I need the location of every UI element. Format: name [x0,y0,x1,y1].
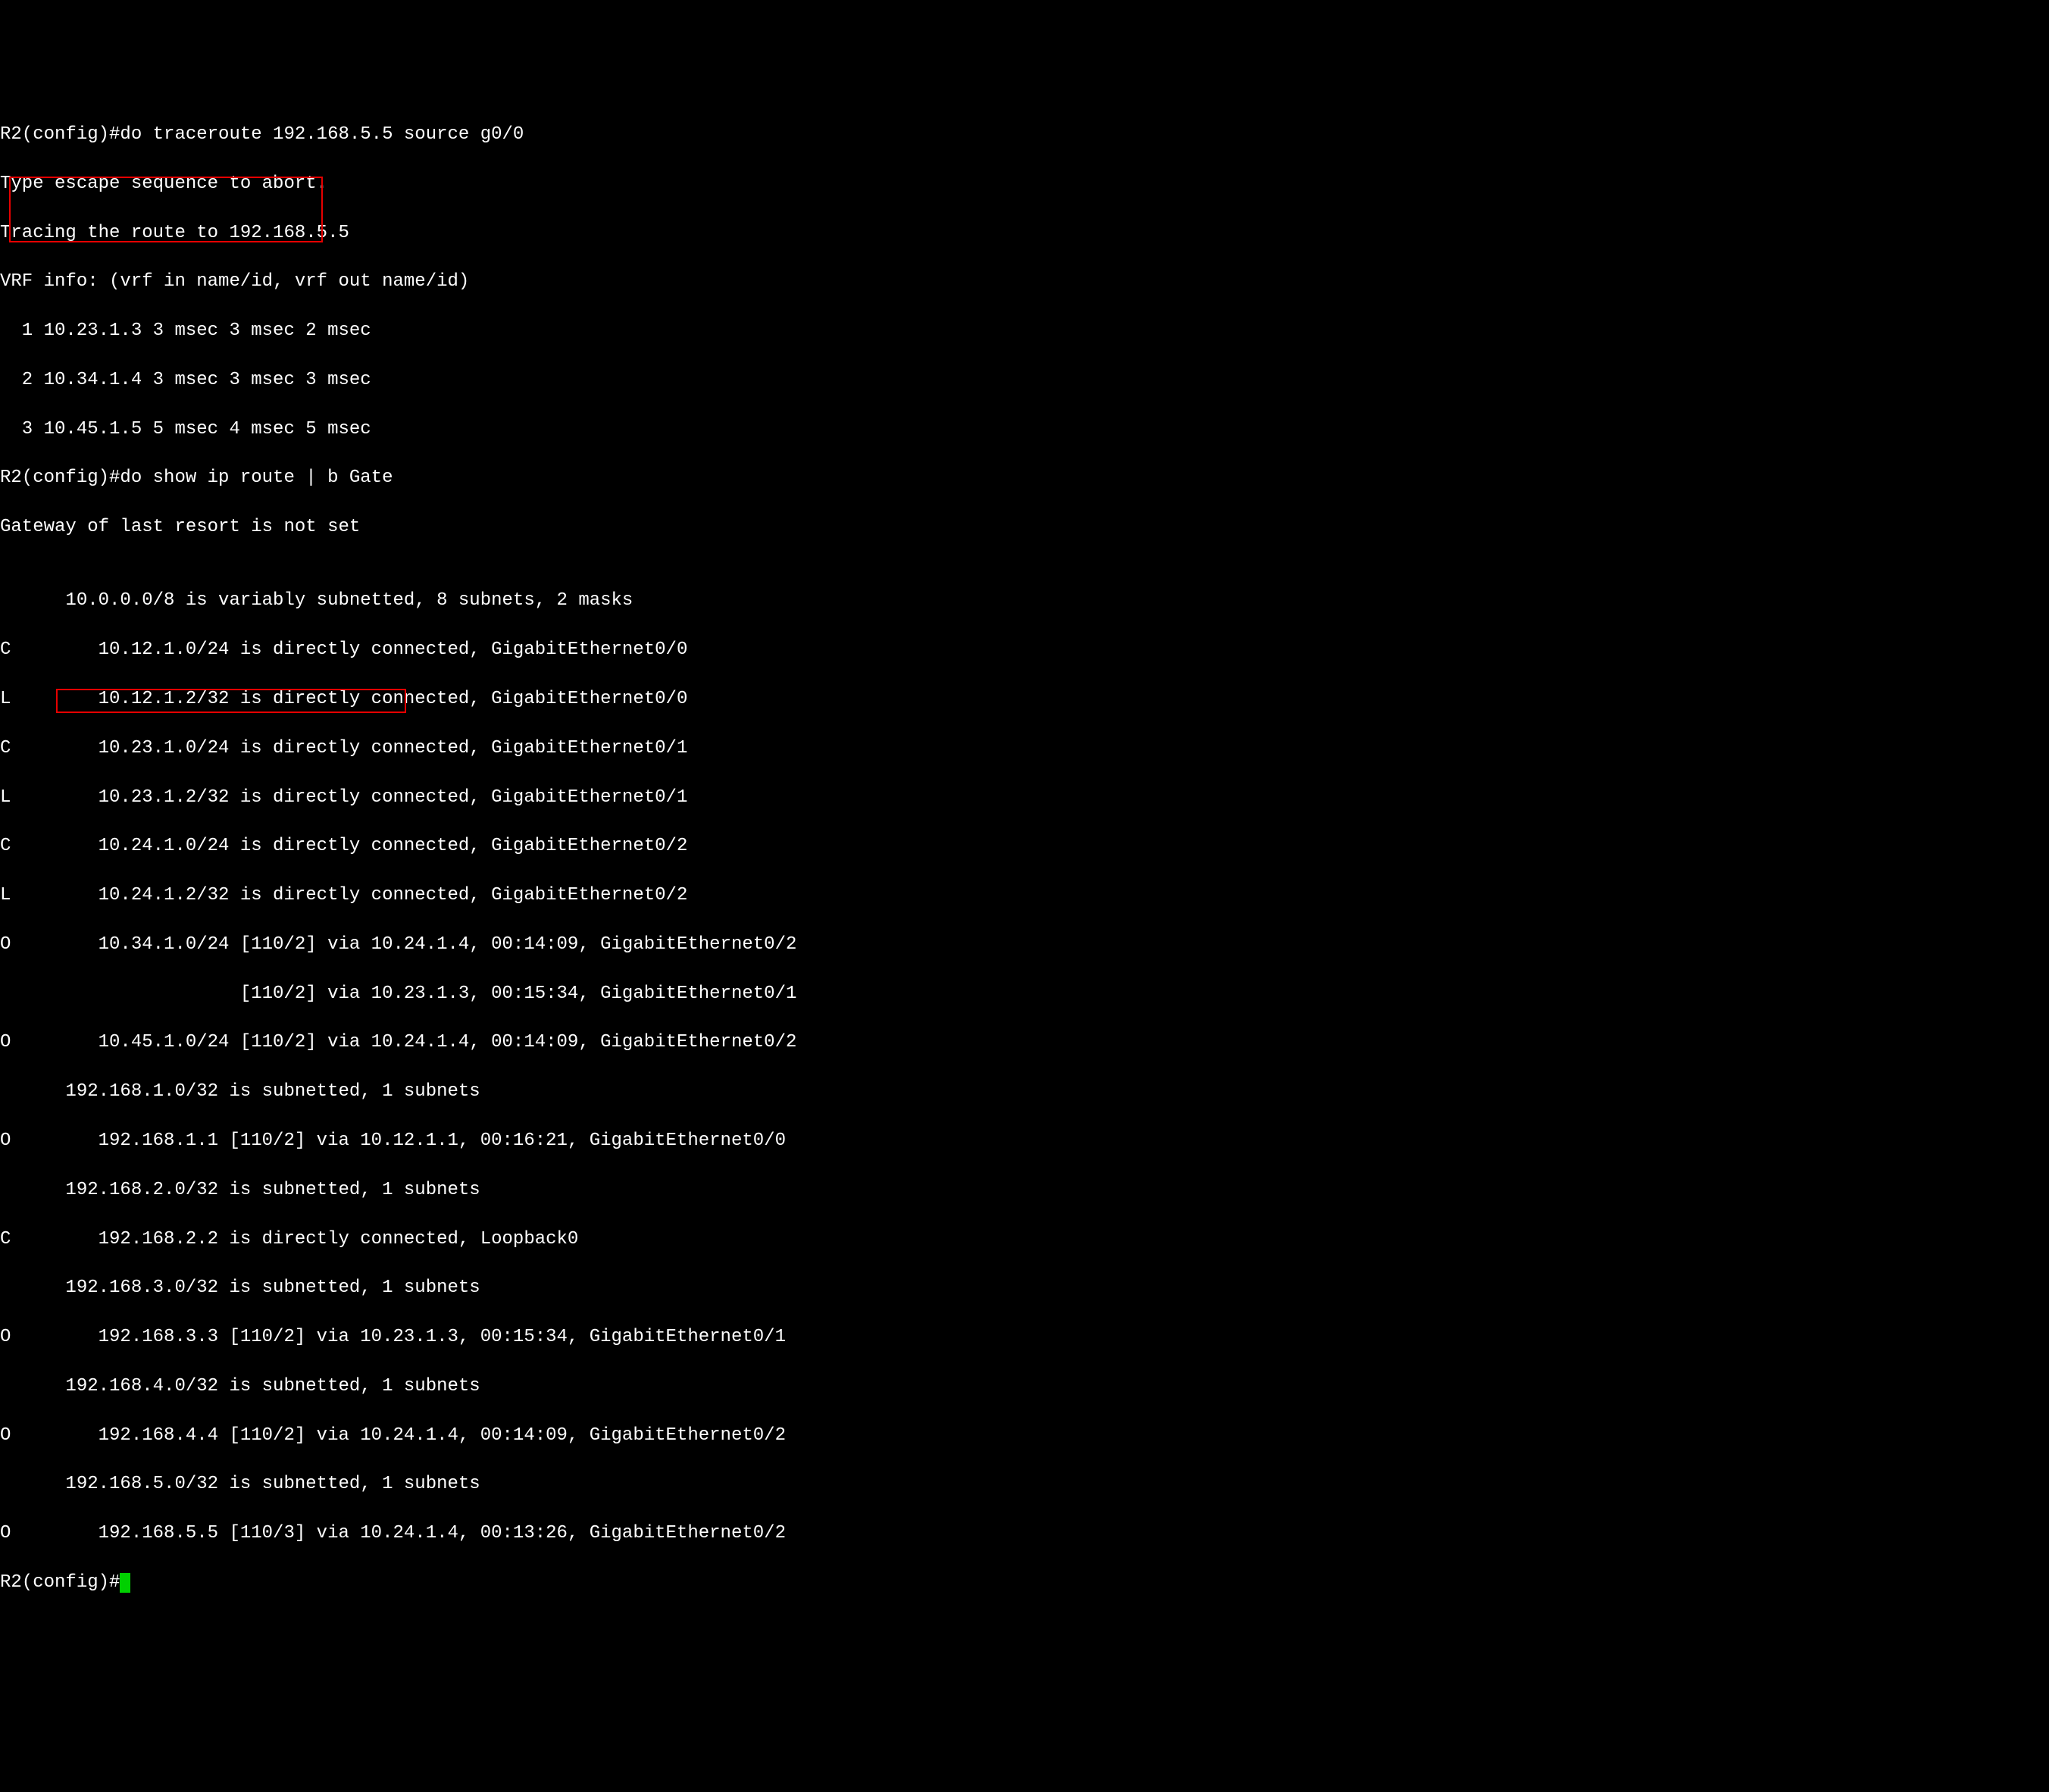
terminal-line: Gateway of last resort is not set [0,515,2049,539]
route-entry: L 10.24.1.2/32 is directly connected, Gi… [0,883,2049,908]
route-entry: C 10.24.1.0/24 is directly connected, Gi… [0,834,2049,858]
route-entry: O 192.168.4.4 [110/2] via 10.24.1.4, 00:… [0,1424,2049,1448]
route-entry: 192.168.1.0/32 is subnetted, 1 subnets [0,1080,2049,1104]
route-entry: C 10.23.1.0/24 is directly connected, Gi… [0,737,2049,761]
route-entry: 192.168.5.0/32 is subnetted, 1 subnets [0,1472,2049,1496]
cursor-icon [120,1573,130,1593]
route-entry: O 192.168.3.3 [110/2] via 10.23.1.3, 00:… [0,1325,2049,1349]
route-entry: 192.168.3.0/32 is subnetted, 1 subnets [0,1276,2049,1300]
traceroute-hop: 3 10.45.1.5 5 msec 4 msec 5 msec [0,418,2049,442]
prompt-line: R2(config)# [0,1571,2049,1595]
route-entry: O 192.168.1.1 [110/2] via 10.12.1.1, 00:… [0,1129,2049,1153]
route-entry: O 10.34.1.0/24 [110/2] via 10.24.1.4, 00… [0,933,2049,957]
traceroute-hop: 2 10.34.1.4 3 msec 3 msec 3 msec [0,368,2049,392]
route-entry-highlighted: O 192.168.5.5 [110/3] via 10.24.1.4, 00:… [0,1521,2049,1546]
terminal-line: Tracing the route to 192.168.5.5 [0,221,2049,246]
terminal-line: VRF info: (vrf in name/id, vrf out name/… [0,270,2049,294]
route-entry: 192.168.4.0/32 is subnetted, 1 subnets [0,1374,2049,1399]
route-entry: O 10.45.1.0/24 [110/2] via 10.24.1.4, 00… [0,1030,2049,1055]
route-entry: L 10.12.1.2/32 is directly connected, Gi… [0,687,2049,711]
terminal-output[interactable]: R2(config)#do traceroute 192.168.5.5 sou… [0,99,2049,1669]
route-entry: L 10.23.1.2/32 is directly connected, Gi… [0,786,2049,810]
traceroute-hop: 1 10.23.1.3 3 msec 3 msec 2 msec [0,319,2049,343]
terminal-line: R2(config)#do traceroute 192.168.5.5 sou… [0,123,2049,147]
route-entry: C 192.168.2.2 is directly connected, Loo… [0,1228,2049,1252]
route-entry: C 10.12.1.0/24 is directly connected, Gi… [0,638,2049,662]
prompt-text: R2(config)# [0,1572,120,1593]
route-entry: 10.0.0.0/8 is variably subnetted, 8 subn… [0,589,2049,613]
terminal-line: Type escape sequence to abort. [0,172,2049,196]
route-entry: [110/2] via 10.23.1.3, 00:15:34, Gigabit… [0,982,2049,1006]
terminal-line: R2(config)#do show ip route | b Gate [0,466,2049,490]
route-entry: 192.168.2.0/32 is subnetted, 1 subnets [0,1178,2049,1202]
